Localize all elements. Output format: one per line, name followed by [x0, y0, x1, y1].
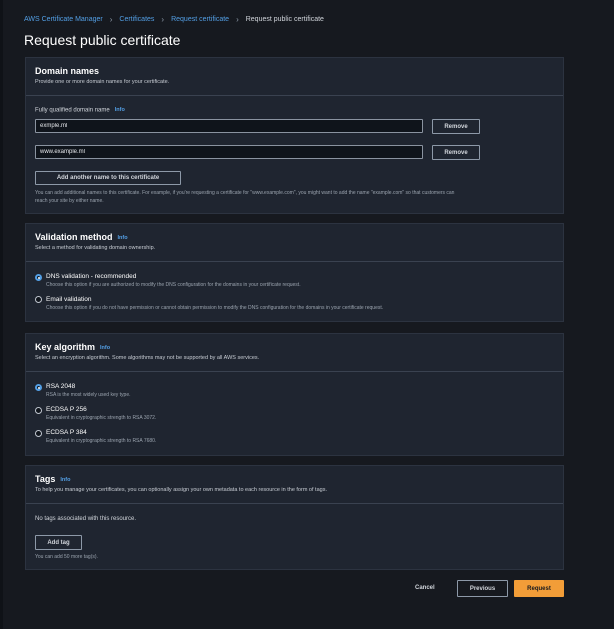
- email-validation-desc: Choose this option if you do not have pe…: [46, 305, 384, 311]
- tags-title: Tags Info: [35, 474, 554, 484]
- dns-validation-desc: Choose this option if you are authorized…: [46, 282, 301, 288]
- domain-names-title: Domain names: [35, 66, 100, 76]
- rsa-2048-radio[interactable]: [35, 384, 42, 391]
- ecdsa-p256-label[interactable]: ECDSA P 256: [46, 406, 87, 413]
- domain-names-hint-1: You can add additional names to this cer…: [35, 190, 455, 196]
- breadcrumb: AWS Certificate Manager › Certificates ›…: [24, 15, 324, 24]
- chevron-right-icon: ›: [109, 15, 113, 24]
- remove-domain-2-button[interactable]: Remove: [432, 145, 480, 160]
- tags-title-text: Tags: [35, 474, 56, 484]
- breadcrumb-acm[interactable]: AWS Certificate Manager: [24, 16, 103, 23]
- divider: [26, 261, 563, 262]
- tags-panel: Tags Info To help you manage your certifi…: [25, 465, 564, 570]
- key-algorithm-title: Key algorithm Info: [35, 342, 554, 352]
- chevron-right-icon: ›: [161, 15, 165, 24]
- previous-button[interactable]: Previous: [457, 580, 508, 597]
- validation-title: Validation method Info: [35, 232, 554, 242]
- tags-description: To help you manage your certificates, yo…: [35, 487, 327, 493]
- validation-description: Select a method for validating domain ow…: [35, 245, 156, 251]
- divider: [26, 503, 563, 504]
- add-tag-button[interactable]: Add tag: [35, 535, 82, 550]
- dns-validation-label[interactable]: DNS validation - recommended: [46, 273, 136, 280]
- fqdn-label: Fully qualified domain name Info: [35, 107, 125, 114]
- tags-info-link[interactable]: Info: [60, 477, 70, 483]
- request-button[interactable]: Request: [514, 580, 564, 597]
- no-tags-text: No tags associated with this resource.: [35, 516, 137, 522]
- validation-title-text: Validation method: [35, 232, 113, 242]
- domain-names-panel: Domain names Provide one or more domain …: [25, 57, 564, 214]
- domain-names-hint-2: reach your site by either name.: [35, 198, 104, 204]
- cancel-button[interactable]: Cancel: [415, 585, 435, 591]
- domain-input-2[interactable]: [35, 145, 423, 159]
- page-title: Request public certificate: [24, 32, 181, 48]
- dns-validation-radio[interactable]: [35, 274, 42, 281]
- domain-names-description: Provide one or more domain names for you…: [35, 79, 170, 85]
- ecdsa-p256-desc: Equivalent in cryptographic strength to …: [46, 415, 157, 421]
- email-validation-label[interactable]: Email validation: [46, 296, 92, 303]
- fqdn-info-link[interactable]: Info: [115, 107, 125, 113]
- ecdsa-p384-desc: Equivalent in cryptographic strength to …: [46, 438, 157, 444]
- tags-limit-hint: You can add 50 more tag(s).: [35, 554, 98, 560]
- breadcrumb-request-certificate[interactable]: Request certificate: [171, 16, 229, 23]
- rsa-2048-desc: RSA is the most widely used key type.: [46, 392, 131, 398]
- breadcrumb-certificates[interactable]: Certificates: [119, 16, 154, 23]
- rsa-2048-label[interactable]: RSA 2048: [46, 383, 75, 390]
- ecdsa-p384-label[interactable]: ECDSA P 384: [46, 429, 87, 436]
- email-validation-radio[interactable]: [35, 296, 42, 303]
- chevron-right-icon: ›: [236, 15, 239, 24]
- domain-input-1[interactable]: [35, 119, 423, 133]
- key-algorithm-panel: Key algorithm Info Select an encryption a…: [25, 333, 564, 456]
- remove-domain-1-button[interactable]: Remove: [432, 119, 480, 134]
- validation-method-panel: Validation method Info Select a method fo…: [25, 223, 564, 322]
- add-another-name-button[interactable]: Add another name to this certificate: [35, 171, 181, 185]
- fqdn-label-text: Fully qualified domain name: [35, 107, 110, 114]
- divider: [26, 95, 563, 96]
- breadcrumb-current: Request public certificate: [245, 16, 324, 23]
- key-algorithm-title-text: Key algorithm: [35, 342, 96, 352]
- validation-info-link[interactable]: Info: [118, 235, 128, 241]
- key-algorithm-description: Select an encryption algorithm. Some alg…: [35, 355, 260, 361]
- key-algorithm-info-link[interactable]: Info: [100, 345, 110, 351]
- ecdsa-p256-radio[interactable]: [35, 407, 42, 414]
- divider: [26, 371, 563, 372]
- ecdsa-p384-radio[interactable]: [35, 430, 42, 437]
